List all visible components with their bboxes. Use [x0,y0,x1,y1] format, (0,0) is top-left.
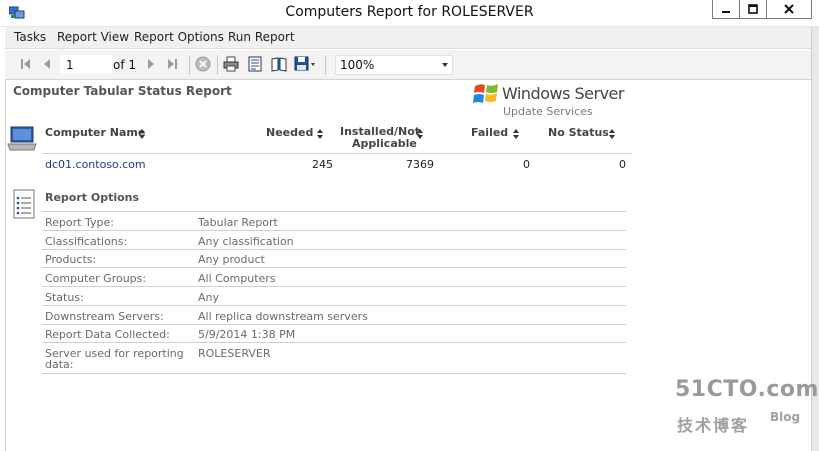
last-page-button[interactable] [165,56,181,72]
option-label: Computer Groups: [45,272,147,285]
option-value: Any classification [198,235,294,248]
zoom-value: 100% [340,58,375,72]
menu-report-view[interactable]: Report View [57,30,129,44]
minimize-button[interactable] [712,0,740,19]
sort-icon[interactable] [512,128,520,140]
options-divider [42,342,626,343]
close-button[interactable] [766,0,812,19]
options-divider [42,230,626,231]
no-status-value: 0 [619,158,626,171]
close-icon [784,4,794,14]
failed-value: 0 [523,158,530,171]
minimize-icon [722,11,730,13]
previous-page-icon [44,59,50,69]
options-divider [42,211,626,212]
column-header-needed[interactable]: Needed [266,127,313,139]
options-divider [42,324,626,325]
menu-report-options[interactable]: Report Options [134,30,224,44]
option-label: Status: [45,291,84,304]
options-divider [42,305,626,306]
stop-icon [195,56,211,72]
export-button[interactable] [294,56,316,72]
options-divider [42,267,626,268]
last-page-icon [168,59,177,69]
first-page-icon [21,59,30,69]
window-title: Computers Report for ROLESERVER [285,4,534,20]
option-value: Tabular Report [198,216,278,229]
dropdown-arrow-icon [442,63,448,67]
report-options-title: Report Options [45,191,140,204]
table-header-divider [42,153,632,154]
report-toolbar: of 1 100% [5,50,811,80]
option-value: ROLESERVER [198,347,271,360]
logo-product-subtitle: Update Services [503,105,593,118]
zoom-select[interactable]: 100% [335,55,453,75]
column-header-failed[interactable]: Failed [471,127,508,139]
options-divider [42,286,626,287]
toolbar-separator [325,55,326,75]
computer-icon [7,126,37,151]
printer-icon [223,56,239,72]
options-divider [42,373,626,374]
menu-run-report[interactable]: Run Report [228,30,295,44]
logo-product-name: Windows Server [502,84,624,103]
watermark-site: 51CTO.com [675,377,819,402]
watermark-blog: Blog [770,410,801,424]
sort-icon[interactable] [416,128,424,140]
column-header-no-status[interactable]: No Status [548,127,609,139]
book-icon [271,57,287,72]
option-label: Classifications: [45,235,128,248]
next-page-icon [148,59,154,69]
print-layout-button[interactable] [247,56,263,72]
save-icon [294,56,315,71]
needed-value: 245 [312,158,333,171]
option-value: Any product [198,253,265,266]
windows-flag-icon [473,84,498,103]
first-page-button[interactable] [17,56,33,72]
option-label: Report Type: [45,216,114,229]
watermark: 51CTO.com 技术博客 Blog [673,377,818,437]
windows-server-logo: Windows Server Update Services [472,80,632,122]
sort-icon[interactable] [608,128,616,140]
sort-icon[interactable] [138,128,146,140]
next-page-button[interactable] [143,56,159,72]
title-bar: Computers Report for ROLESERVER [0,0,819,27]
page-layout-icon [248,56,262,72]
menu-tasks[interactable]: Tasks [14,30,46,44]
viewer-border [5,80,6,451]
option-value: All Computers [198,272,276,285]
options-divider [42,249,626,250]
toolbar-separator [189,55,190,75]
option-label: Downstream Servers: [45,310,164,323]
stop-button[interactable] [195,56,211,72]
list-icon [13,189,35,219]
page-count-label: of 1 [113,58,137,72]
option-value: Any [198,291,220,304]
page-number-input[interactable] [60,55,112,74]
installed-value: 7369 [406,158,434,171]
page-setup-button[interactable] [271,56,287,72]
option-value: All replica downstream servers [198,310,368,323]
column-header-installed-line2: Applicable [352,137,417,150]
previous-page-button[interactable] [39,56,55,72]
sort-icon[interactable] [316,128,324,140]
menu-bar: Tasks Report View Report Options Run Rep… [5,27,811,49]
report-title: Computer Tabular Status Report [13,84,232,98]
watermark-text: 技术博客 [677,416,750,435]
maximize-button[interactable] [739,0,767,19]
option-label: Products: [45,253,97,266]
toolbar-separator [217,55,218,75]
maximize-icon [748,4,758,14]
computer-name-link[interactable]: dc01.contoso.com [45,158,146,171]
column-header-computer-name[interactable]: Computer Name [45,127,145,139]
option-value: 5/9/2014 1:38 PM [198,328,296,341]
print-button[interactable] [223,56,239,72]
option-label: Report Data Collected: [45,328,170,341]
option-label-line2: data: [45,358,74,371]
